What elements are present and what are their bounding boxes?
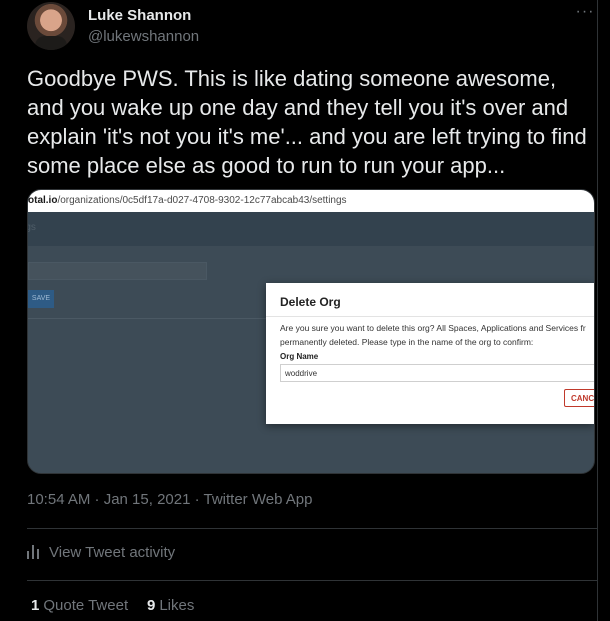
likes-link[interactable]: 9 Likes — [147, 597, 194, 614]
delete-org-modal: Delete Org Are you sure you want to dele… — [266, 283, 594, 424]
activity-label: View Tweet activity — [49, 544, 176, 561]
bar-chart-icon — [27, 545, 39, 559]
tweet-timestamp[interactable]: 10:54 AM · Jan 15, 2021 · Twitter Web Ap… — [27, 491, 312, 508]
view-activity-link[interactable]: View Tweet activity — [27, 544, 175, 561]
tweet-text: Goodbye PWS. This is like dating someone… — [27, 66, 587, 178]
avatar[interactable] — [27, 2, 75, 50]
screenshot-url-bar: otal.io/organizations/0c5df17a-d027-4708… — [28, 190, 594, 212]
screenshot-nav-bar: rgs — [28, 212, 594, 246]
more-icon[interactable]: ··· — [574, 3, 596, 23]
screenshot-input — [28, 262, 207, 280]
author-handle[interactable]: @lukewshannon — [88, 28, 199, 45]
org-name-field: woddrive — [280, 364, 594, 382]
quote-tweets-link[interactable]: 1 Quote Tweet — [31, 597, 128, 614]
tweet-media[interactable]: otal.io/organizations/0c5df17a-d027-4708… — [27, 189, 595, 474]
modal-message-line1: Are you sure you want to delete this org… — [280, 323, 586, 333]
screenshot-divider — [28, 318, 268, 319]
modal-divider — [266, 316, 594, 317]
modal-title: Delete Org — [280, 295, 341, 309]
modal-message-line2: permanently deleted. Please type in the … — [280, 337, 534, 347]
screenshot-button: SAVE — [28, 290, 54, 308]
org-name-label: Org Name — [280, 352, 319, 361]
column-divider — [597, 0, 598, 621]
cancel-button: CANC — [564, 389, 594, 407]
author-name[interactable]: Luke Shannon — [88, 7, 191, 24]
divider — [27, 528, 597, 529]
divider — [27, 580, 597, 581]
